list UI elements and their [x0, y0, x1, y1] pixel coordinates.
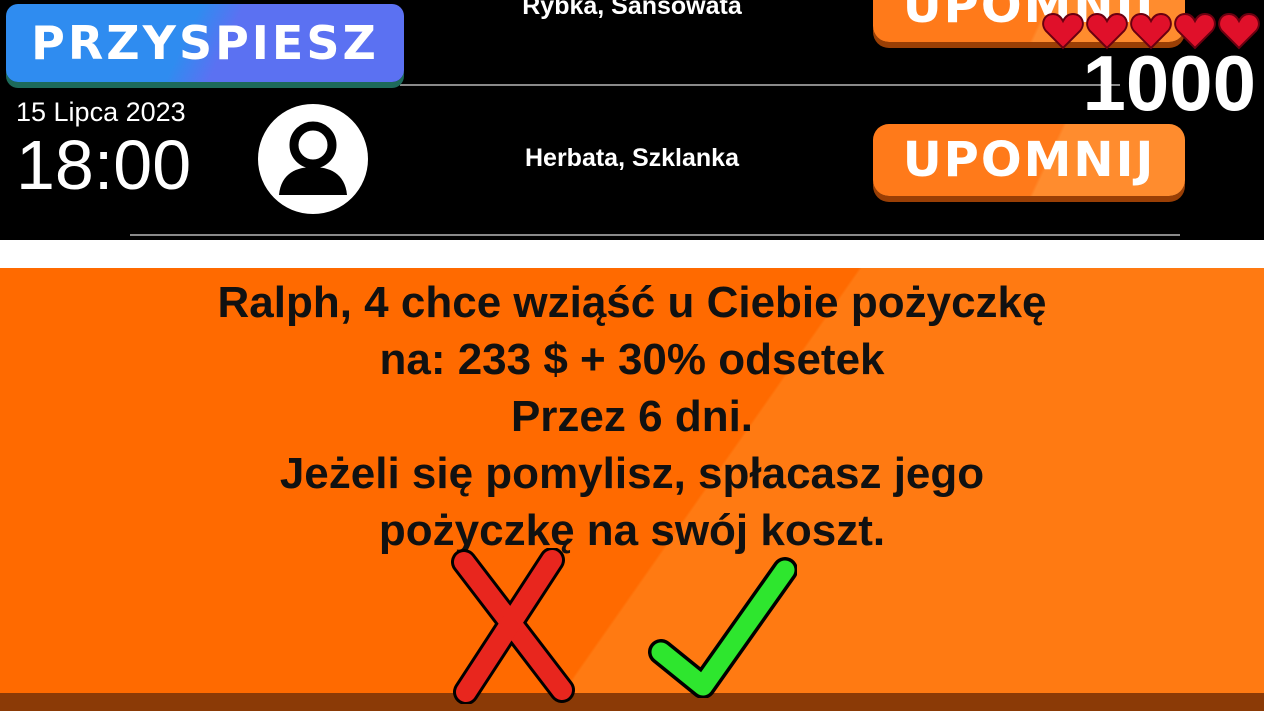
speed-up-button[interactable]: PRZYSPIESZ — [6, 4, 404, 82]
user-avatar-icon — [258, 104, 368, 214]
loan-message: Ralph, 4 chce wziąść u Ciebie pożyczkę n… — [0, 274, 1264, 559]
message-line-3: Przez 6 dni. — [510, 392, 754, 441]
heart-icon — [1042, 12, 1084, 50]
date-label: 15 Lipca 2023 — [16, 97, 186, 127]
check-mark-icon[interactable] — [647, 556, 797, 698]
time-label: 18:00 — [16, 126, 192, 204]
row-divider — [130, 234, 1180, 236]
money-counter: 1000 — [1082, 39, 1256, 127]
row-divider — [400, 84, 1120, 86]
separator-band — [0, 240, 1264, 268]
row2-remind-button[interactable]: UPOMNIJ — [873, 124, 1185, 196]
row2-items-text: Herbata, Szklanka — [525, 144, 739, 172]
loan-request-dialog: Ralph, 4 chce wziąść u Ciebie pożyczkę n… — [0, 268, 1264, 693]
x-mark-icon[interactable] — [450, 548, 576, 704]
message-line-2: na: 233 $ + 30% odsetek — [379, 335, 885, 384]
row1-items-text: Rybka, Sansowata — [522, 0, 742, 20]
top-panel: Rybka, Sansowata UPOMNIJ PRZYSPIESZ 1000… — [0, 0, 1264, 240]
message-line-4: Jeżeli się pomylisz, spłacasz jego — [279, 449, 985, 498]
message-line-5: pożyczkę na swój koszt. — [378, 506, 886, 555]
bottom-strip — [0, 693, 1264, 711]
message-line-1: Ralph, 4 chce wziąść u Ciebie pożyczkę — [217, 278, 1047, 327]
